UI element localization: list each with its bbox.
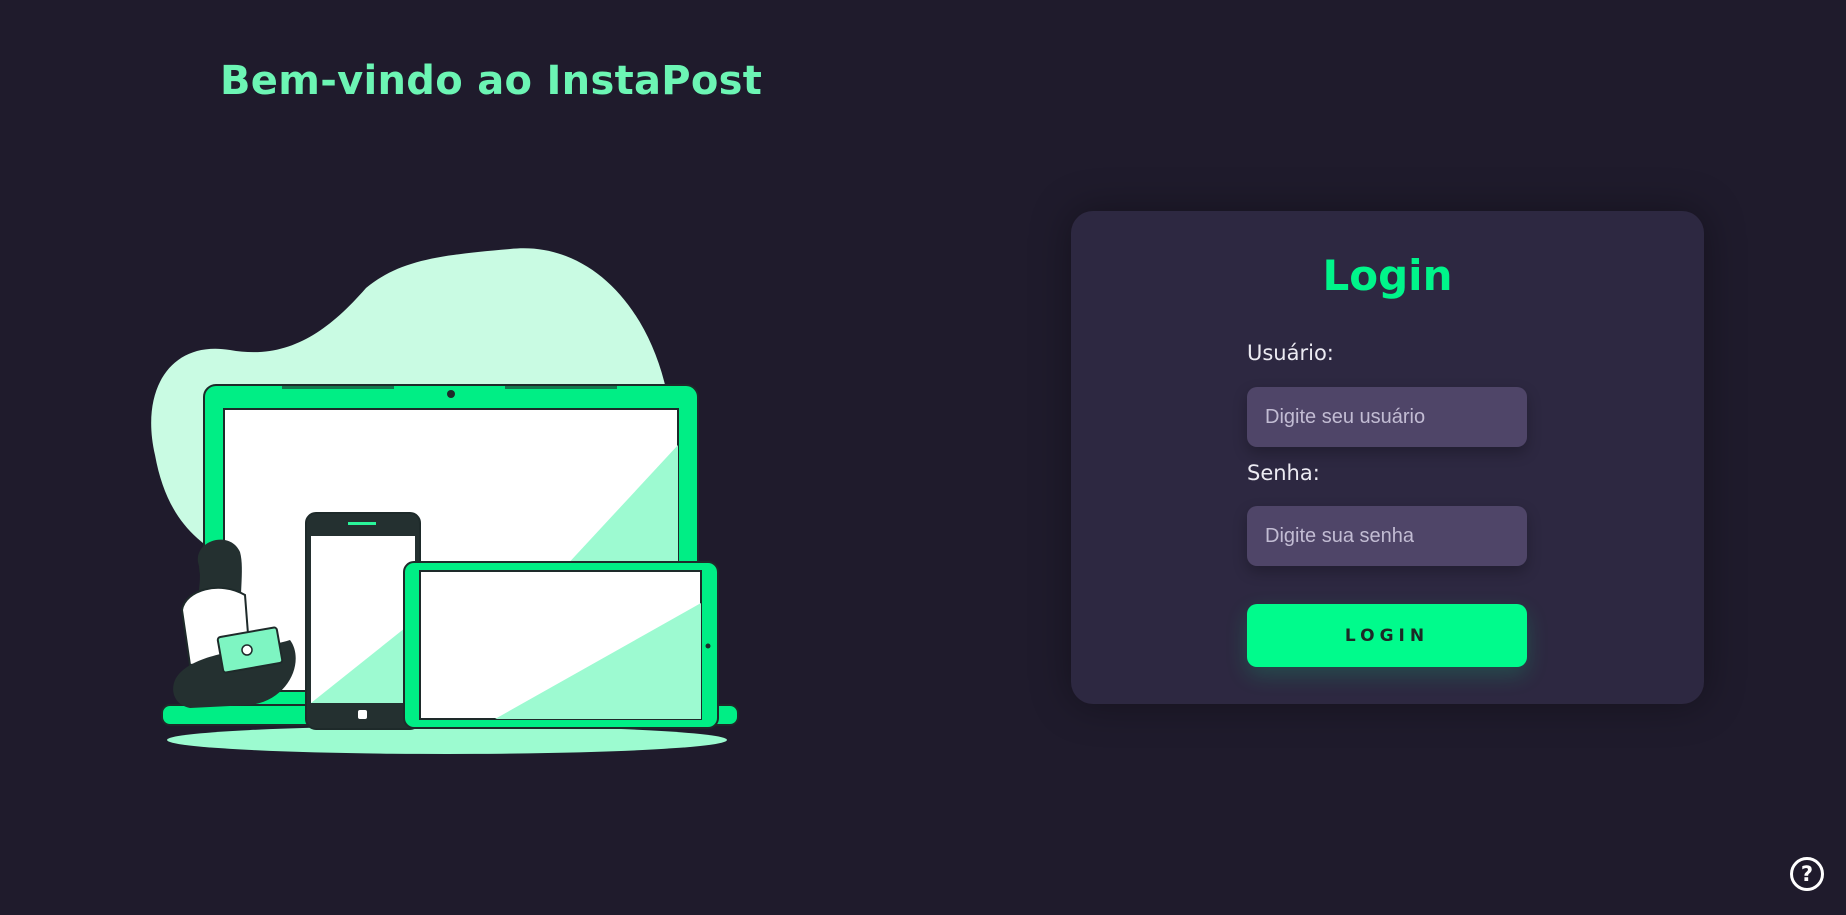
- username-input[interactable]: [1247, 387, 1527, 447]
- login-page: Bem-vindo ao InstaPost Login Usuário: Di…: [0, 0, 1846, 915]
- login-heading: Login: [1322, 251, 1453, 300]
- password-label: Senha:: [1247, 461, 1320, 485]
- login-card: Login Usuário: Senha: LOGIN: [1071, 211, 1704, 704]
- login-button[interactable]: LOGIN: [1247, 604, 1527, 667]
- username-label: Usuário:: [1247, 341, 1334, 365]
- password-input[interactable]: [1247, 506, 1527, 566]
- help-icon[interactable]: ?: [1790, 857, 1824, 891]
- page-title: Bem-vindo ao InstaPost: [220, 58, 763, 104]
- devices-illustration: [151, 248, 739, 754]
- floor-shadow: [167, 726, 727, 754]
- laptop-camera: [447, 390, 455, 398]
